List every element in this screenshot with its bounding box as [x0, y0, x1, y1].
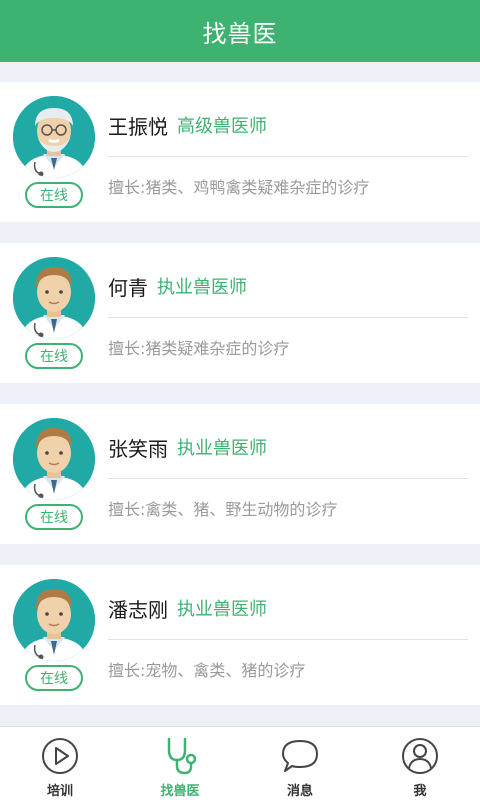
online-status-badge: 在线: [25, 504, 83, 530]
doctor-avatar: [13, 257, 95, 339]
doctor-title: 执业兽医师: [157, 277, 247, 298]
doctor-avatar: [13, 579, 95, 661]
tab-label: 找兽医: [160, 784, 200, 799]
app-header: 找兽医: [0, 0, 480, 62]
online-status-badge: 在线: [25, 182, 83, 208]
doctor-name: 张笑雨: [108, 436, 168, 461]
doctor-name-row: 王振悦 高级兽医师: [108, 110, 267, 140]
tab-training[interactable]: 培训: [0, 727, 120, 800]
doctor-name: 潘志刚: [108, 597, 168, 622]
stethoscope-icon: [167, 737, 197, 775]
doctor-name-row: 何青 执业兽医师: [108, 271, 247, 301]
doctor-card[interactable]: 在线 何青 执业兽医师 擅长:猪类疑难杂症的诊疗: [0, 243, 480, 383]
doctor-name-row: 张笑雨 执业兽医师: [108, 432, 267, 462]
online-status-badge: 在线: [25, 343, 83, 369]
divider: [108, 317, 468, 318]
bottom-tab-bar: 培训 找兽医 消息 我: [0, 726, 480, 800]
doctor-title: 执业兽医师: [177, 599, 267, 620]
chat-bubble-icon: [282, 740, 318, 772]
doctor-specialty: 擅长:宠物、禽类、猪的诊疗: [108, 661, 306, 680]
doctor-list: 在线 王振悦 高级兽医师 擅长:猪类、鸡鸭禽类疑难杂症的诊疗 在线 何青 执业兽…: [0, 62, 480, 726]
tab-find-vet[interactable]: 找兽医: [120, 727, 240, 800]
divider: [108, 478, 468, 479]
doctor-specialty: 擅长:猪类疑难杂症的诊疗: [108, 339, 290, 358]
tab-me[interactable]: 我: [360, 727, 480, 800]
doctor-card[interactable]: 在线 张笑雨 执业兽医师 擅长:禽类、猪、野生动物的诊疗: [0, 404, 480, 544]
doctor-avatar: [13, 418, 95, 500]
doctor-specialty: 擅长:猪类、鸡鸭禽类疑难杂症的诊疗: [108, 178, 370, 197]
doctor-card[interactable]: 在线 王振悦 高级兽医师 擅长:猪类、鸡鸭禽类疑难杂症的诊疗: [0, 82, 480, 222]
doctor-name: 何青: [108, 275, 148, 300]
tab-label: 我: [413, 784, 427, 799]
doctor-name: 王振悦: [108, 114, 168, 139]
senior-doctor-avatar: [13, 96, 95, 178]
doctor-title: 执业兽医师: [177, 438, 267, 459]
page-title: 找兽医: [202, 19, 278, 48]
tab-messages[interactable]: 消息: [240, 727, 360, 800]
divider: [108, 639, 468, 640]
tab-label: 培训: [46, 784, 73, 799]
doctor-card[interactable]: 在线 潘志刚 执业兽医师 擅长:宠物、禽类、猪的诊疗: [0, 565, 480, 705]
tab-label: 消息: [286, 784, 313, 799]
online-status-badge: 在线: [25, 665, 83, 691]
doctor-specialty: 擅长:禽类、猪、野生动物的诊疗: [108, 500, 338, 519]
play-circle-icon: [42, 738, 78, 774]
user-icon: [402, 738, 438, 774]
divider: [108, 156, 468, 157]
doctor-title: 高级兽医师: [177, 116, 267, 137]
doctor-name-row: 潘志刚 执业兽医师: [108, 593, 267, 623]
